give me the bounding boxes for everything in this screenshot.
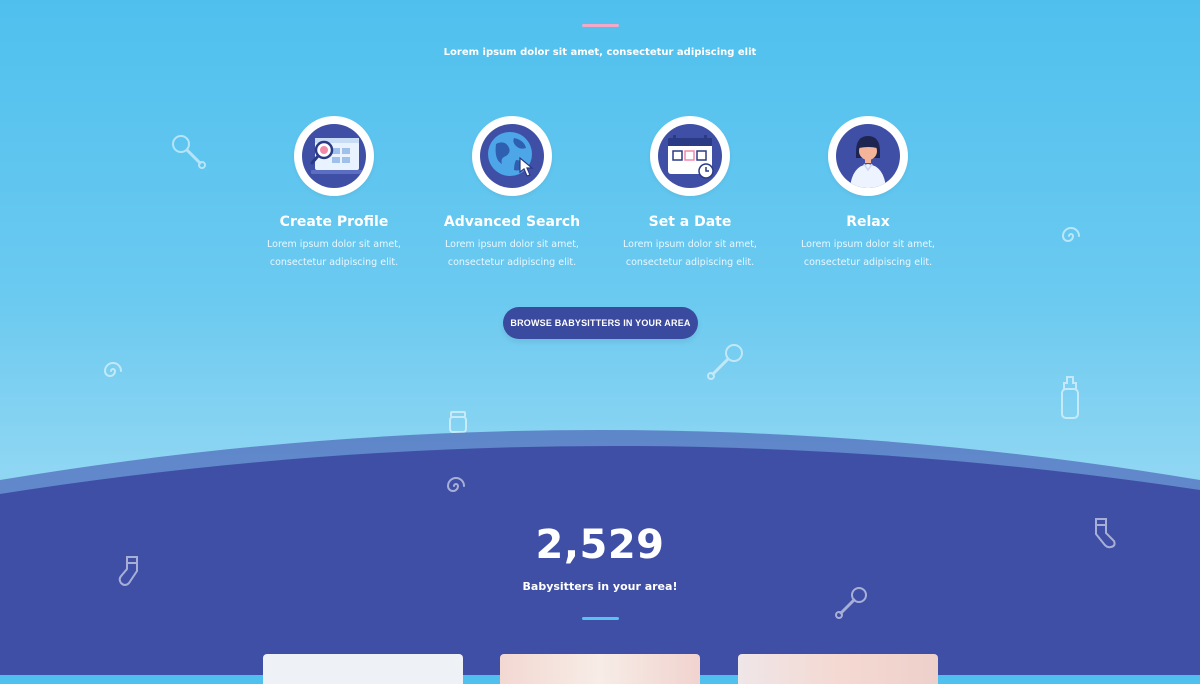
step-description-line: consectetur adipiscing elit.	[269, 257, 399, 268]
step-title: Advanced Search	[443, 214, 581, 230]
step-icon-circle	[650, 116, 730, 196]
browse-babysitters-button[interactable]: BROWSE BABYSITTERS IN YOUR AREA	[503, 307, 698, 339]
swirl-icon	[446, 477, 465, 492]
baby-bottle-icon	[1061, 376, 1079, 419]
swirl-icon	[103, 362, 122, 377]
babysitter-card[interactable]	[738, 654, 938, 684]
step-create-profile: Create Profile Lorem ipsum dolor sit ame…	[244, 116, 424, 272]
step-icon-circle	[472, 116, 552, 196]
step-description-line: consectetur adipiscing elit.	[447, 257, 577, 268]
profile-search-icon	[310, 138, 363, 174]
top-accent-line	[582, 24, 619, 27]
calendar-icon	[668, 135, 714, 179]
swirl-icon	[1061, 227, 1080, 242]
how-it-works-steps: Create Profile Lorem ipsum dolor sit ame…	[244, 116, 956, 276]
section-subtitle: Lorem ipsum dolor sit amet, consectetur …	[443, 47, 757, 58]
step-icon-circle	[294, 116, 374, 196]
step-description-line: Lorem ipsum dolor sit amet,	[801, 239, 935, 250]
rattle-icon	[172, 135, 206, 169]
step-relax: Relax Lorem ipsum dolor sit amet, consec…	[778, 116, 958, 272]
rattle-icon	[707, 344, 743, 380]
step-set-a-date: Set a Date Lorem ipsum dolor sit amet, c…	[600, 116, 780, 272]
step-description-line: consectetur adipiscing elit.	[803, 257, 933, 268]
babysitter-card[interactable]	[263, 654, 463, 684]
section-accent-line	[582, 617, 619, 620]
globe-pointer-icon	[488, 132, 534, 177]
step-title: Create Profile	[279, 214, 389, 230]
step-description-line: Lorem ipsum dolor sit amet,	[267, 239, 401, 250]
babysitter-count: 2,529	[535, 522, 665, 568]
step-description: Lorem ipsum dolor sit amet, consectetur …	[422, 236, 602, 272]
step-description: Lorem ipsum dolor sit amet, consectetur …	[244, 236, 424, 272]
step-title: Relax	[846, 214, 890, 230]
step-description: Lorem ipsum dolor sit amet, consectetur …	[778, 236, 958, 272]
step-description-line: consectetur adipiscing elit.	[625, 257, 755, 268]
step-advanced-search: Advanced Search Lorem ipsum dolor sit am…	[422, 116, 602, 272]
person-avatar-icon	[850, 136, 886, 188]
step-description: Lorem ipsum dolor sit amet, consectetur …	[600, 236, 780, 272]
step-icon-circle	[828, 116, 908, 196]
step-description-line: Lorem ipsum dolor sit amet,	[445, 239, 579, 250]
step-description-line: Lorem ipsum dolor sit amet,	[623, 239, 757, 250]
step-title: Set a Date	[648, 214, 732, 230]
babysitter-card[interactable]	[500, 654, 700, 684]
babysitter-count-label: Babysitters in your area!	[522, 580, 678, 593]
